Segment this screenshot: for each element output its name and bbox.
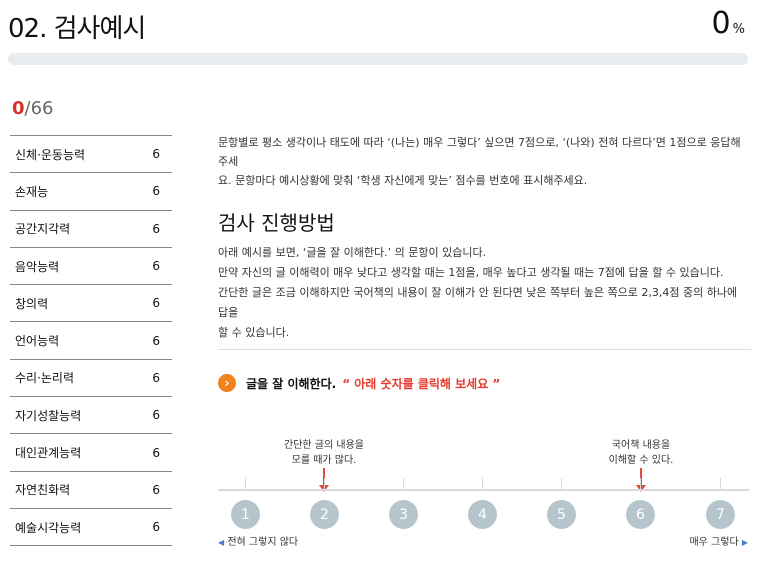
method-line: 아래 예시를 보면, ‘글을 잘 이해한다.’ 의 문항이 있습니다.: [218, 246, 487, 259]
method-line: 만약 자신의 글 이해력이 매우 낮다고 생각할 때는 1점을, 매우 높다고 …: [218, 266, 724, 279]
scale-max-text: 매우 그렇다: [689, 537, 739, 548]
scale-tick: [324, 478, 325, 490]
sample-question: › 글을 잘 이해한다. “ 아래 숫자를 클릭해 보세요 ”: [218, 374, 500, 392]
scale-min-text: 전혀 그렇지 않다: [227, 537, 299, 548]
category-name: 음악능력: [15, 259, 60, 274]
triangle-right-icon: ▶: [741, 538, 748, 547]
category-count: 6: [152, 333, 160, 348]
scale-tick: [720, 478, 721, 490]
scale-option-5[interactable]: 5: [547, 500, 576, 529]
scale-option-1[interactable]: 1: [231, 500, 260, 529]
high-note-line: 국어책 내용을: [611, 440, 671, 451]
category-item: 대인관계능력 6: [10, 434, 172, 472]
progress-percent: 0%: [712, 6, 745, 41]
category-name: 공간지각력: [15, 222, 71, 237]
scale-tick: [403, 478, 404, 490]
answered-total: /66: [24, 98, 54, 119]
progress-percent-unit: %: [732, 22, 745, 37]
instructions-line: 요. 문항마다 예시상황에 맞춰 ‘학생 자신에게 맞는’ 점수를 번호에 표시…: [218, 174, 588, 187]
scale-tick: [640, 478, 641, 490]
category-count: 6: [152, 184, 160, 199]
category-name: 예술시각능력: [15, 520, 82, 535]
category-count: 6: [152, 445, 160, 460]
scale-tick: [482, 478, 483, 490]
category-item: 손재능 6: [10, 173, 172, 211]
method-heading: 검사 진행방법: [218, 211, 335, 235]
category-item: 언어능력 6: [10, 322, 172, 360]
category-item: 수리·논리력 6: [10, 360, 172, 398]
instructions-line: 문항별로 평소 생각이나 태도에 따라 ‘(나는) 매우 그렇다’ 싶으면 7점…: [218, 136, 741, 168]
category-name: 대인관계능력: [15, 446, 82, 461]
high-example-note: 국어책 내용을 이해할 수 있다.: [586, 438, 696, 468]
scale-option-4[interactable]: 4: [468, 500, 497, 529]
scale-option-7[interactable]: 7: [706, 500, 735, 529]
question-text: 글을 잘 이해한다.: [246, 376, 337, 391]
category-count: 6: [152, 482, 160, 497]
category-name: 손재능: [15, 184, 49, 199]
section-divider: [218, 349, 751, 350]
category-count: 6: [152, 296, 160, 311]
category-item: 신체·운동능력 6: [10, 136, 172, 174]
answered-counter: 0/66: [12, 98, 54, 119]
answered-current: 0: [12, 98, 25, 119]
category-item: 공간지각력 6: [10, 211, 172, 248]
category-count: 6: [152, 520, 160, 535]
category-count: 6: [152, 147, 160, 162]
scale-option-6[interactable]: 6: [626, 500, 655, 529]
chevron-right-icon: ›: [218, 374, 236, 392]
category-name: 언어능력: [15, 334, 60, 349]
category-item: 음악능력 6: [10, 248, 172, 286]
page-title: 02. 검사예시: [8, 14, 146, 44]
category-name: 자연친화력: [15, 483, 71, 498]
category-name: 창의력: [15, 296, 49, 311]
scale-min-label: ◀ 전혀 그렇지 않다: [218, 533, 298, 548]
low-example-note: 간단한 글의 내용을 모를 때가 많다.: [269, 438, 379, 468]
category-item: 예술시각능력 6: [10, 509, 172, 547]
triangle-left-icon: ◀: [218, 538, 225, 547]
low-note-line: 간단한 글의 내용을: [284, 440, 364, 451]
scale-track: [218, 489, 749, 491]
method-line: 간단한 글은 조금 이해하지만 국어책의 내용이 잘 이해가 안 된다면 낮은 …: [218, 286, 738, 319]
scale-max-label: 매우 그렇다 ▶: [689, 533, 748, 548]
category-item: 자기성찰능력 6: [10, 397, 172, 435]
category-count: 6: [152, 408, 160, 423]
category-item: 창의력 6: [10, 285, 172, 323]
category-name: 수리·논리력: [15, 371, 75, 386]
category-count: 6: [152, 221, 160, 236]
scale-option-3[interactable]: 3: [389, 500, 418, 529]
low-note-line: 모를 때가 많다.: [291, 455, 357, 466]
category-list: 신체·운동능력 6 손재능 6 공간지각력 6 음악능력 6 창의력 6 언어능력 6 수리…: [10, 135, 172, 547]
instructions-text: 문항별로 평소 생각이나 태도에 따라 ‘(나는) 매우 그렇다’ 싶으면 7점…: [218, 133, 748, 190]
method-line: 할 수 있습니다.: [218, 326, 290, 339]
category-count: 6: [152, 370, 160, 385]
category-item: 자연친화력 6: [10, 472, 172, 509]
high-note-line: 이해할 수 있다.: [608, 455, 674, 466]
progress-bar: [8, 53, 748, 65]
category-count: 6: [152, 259, 160, 274]
scale-tick: [245, 478, 246, 490]
category-name: 자기성찰능력: [15, 408, 82, 423]
category-name: 신체·운동능력: [15, 147, 86, 162]
method-description: 아래 예시를 보면, ‘글을 잘 이해한다.’ 의 문항이 있습니다. 만약 자…: [218, 243, 748, 343]
scale-option-2[interactable]: 2: [310, 500, 339, 529]
question-hint: “ 아래 숫자를 클릭해 보세요 ”: [342, 376, 501, 391]
progress-percent-value: 0: [711, 6, 731, 41]
scale-tick: [561, 478, 562, 490]
